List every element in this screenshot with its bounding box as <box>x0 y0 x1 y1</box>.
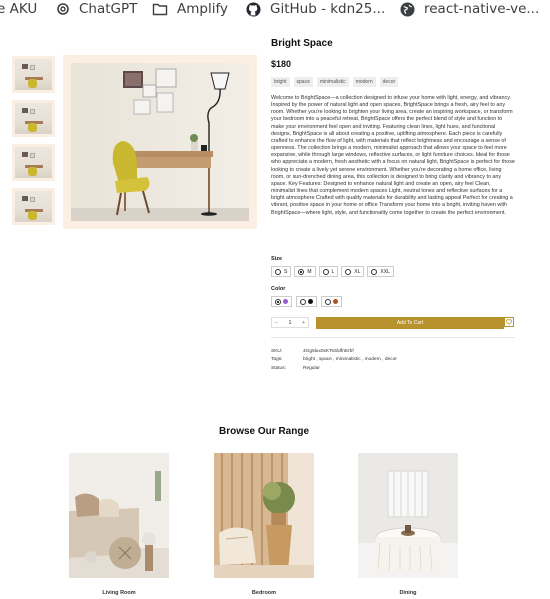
color-options <box>271 296 342 307</box>
category-card-bedroom[interactable]: Bedroom <box>214 453 314 596</box>
divider <box>271 337 515 338</box>
category-image <box>214 453 314 578</box>
bookmark-label: ChatGPT <box>79 1 138 17</box>
category-image <box>358 453 458 578</box>
product-price: $180 <box>271 59 292 69</box>
radio-icon <box>275 268 281 275</box>
size-option-label: XL <box>354 268 361 275</box>
radio-icon <box>325 298 331 305</box>
heart-icon <box>506 319 512 325</box>
size-option-s[interactable]: S <box>271 266 292 277</box>
category-name: Living Room <box>102 590 136 596</box>
radio-icon <box>371 268 378 275</box>
color-option-rust[interactable] <box>321 296 342 307</box>
bookmark-label: react-native-ve... <box>424 1 540 17</box>
category-card-living-room[interactable]: Living Room <box>69 453 169 596</box>
size-options: S M L XL XXL <box>271 266 394 277</box>
radio-icon <box>300 298 306 305</box>
decrease-button[interactable]: − <box>275 320 278 326</box>
product-description: Welcome to BrightSpace—a collection desi… <box>271 95 515 216</box>
thumbnail-image <box>15 191 52 222</box>
color-swatch <box>308 299 313 304</box>
color-swatch <box>283 299 288 304</box>
bookmark-label: GitHub - kdn25... <box>270 1 386 17</box>
bookmark-amplify[interactable]: Amplify <box>152 0 228 18</box>
category-card-dining[interactable]: Dining <box>358 453 458 596</box>
bookmark-github[interactable]: GitHub - kdn25... <box>246 0 385 18</box>
main-product-image <box>71 63 249 221</box>
size-option-label: L <box>331 268 335 275</box>
increase-button[interactable]: + <box>302 320 305 326</box>
thumbnail-4[interactable] <box>12 188 55 225</box>
main-product-image-frame <box>63 55 257 229</box>
tag-chip[interactable]: space <box>293 77 313 87</box>
color-option-purple[interactable] <box>271 296 292 307</box>
globe-icon <box>400 1 415 17</box>
radio-icon <box>322 268 329 275</box>
product-meta: SKU: 4Gg5lux0xKTsSldfnErbf Tags: bright , … <box>271 347 516 373</box>
category-image <box>69 453 169 578</box>
meta-value: bright , space , minimalistic , modern ,… <box>303 357 397 363</box>
size-option-label: S <box>284 268 288 275</box>
thumbnail-image <box>15 59 52 90</box>
category-name: Bedroom <box>251 590 277 596</box>
size-option-l[interactable]: L <box>318 266 339 277</box>
tag-chip[interactable]: bright <box>271 77 290 87</box>
thumbnail-image <box>15 103 52 134</box>
product-title: Bright Space <box>271 38 333 49</box>
tag-chip[interactable]: modern <box>352 77 376 87</box>
github-icon <box>246 1 261 17</box>
tag-list: bright space minimalistic modern decor <box>271 77 399 87</box>
meta-value: Regular <box>303 365 320 371</box>
color-option-black[interactable] <box>296 296 317 307</box>
add-to-cart-button[interactable]: Add To Cart <box>316 317 504 329</box>
meta-key: Status: <box>271 365 286 371</box>
quantity-value[interactable]: 1 <box>289 320 292 326</box>
meta-key: Tags: <box>271 357 283 363</box>
size-option-label: XXL <box>380 268 390 275</box>
size-option-xl[interactable]: XL <box>341 266 365 277</box>
meta-key: SKU: <box>271 348 283 354</box>
meta-row-sku: SKU: 4Gg5lux0xKTsSldfnErbf <box>271 347 516 356</box>
meta-row-tags: Tags: bright , space , minimalistic , mod… <box>271 356 516 365</box>
bookmark-aku[interactable]: e AKU <box>0 0 37 18</box>
browse-section-title: Browse Our Range <box>218 426 310 437</box>
color-label: Color <box>271 286 286 292</box>
tag-chip[interactable]: minimalistic <box>316 77 349 87</box>
bookmarks-bar: e AKU ChatGPT Amplify GitHub - kdn25... … <box>0 0 550 22</box>
thumbnail-3[interactable] <box>12 144 55 181</box>
meta-value: 4Gg5lux0xKTsSldfnErbf <box>303 348 354 354</box>
size-option-m[interactable]: M <box>294 266 316 277</box>
bookmark-label: Amplify <box>177 1 228 17</box>
size-option-label: M <box>307 268 312 275</box>
thumbnail-1[interactable] <box>12 56 55 93</box>
bookmark-react-native[interactable]: react-native-ve... <box>400 0 539 18</box>
quantity-stepper: − 1 + <box>271 317 309 328</box>
radio-selected-icon <box>298 268 305 275</box>
tag-chip[interactable]: decor <box>379 77 399 87</box>
radio-icon <box>345 268 352 275</box>
category-name: Dining <box>399 590 417 596</box>
thumbnail-2[interactable] <box>12 100 55 137</box>
color-swatch <box>333 299 338 304</box>
radio-selected-icon <box>275 298 281 305</box>
folder-icon <box>152 3 168 16</box>
meta-row-status: Status: Regular <box>271 364 516 373</box>
bookmark-chatgpt[interactable]: ChatGPT <box>56 0 137 18</box>
bookmark-label: e AKU <box>0 1 38 17</box>
size-label: Size <box>271 256 283 262</box>
size-option-xxl[interactable]: XXL <box>367 266 394 277</box>
thumbnail-image <box>15 147 52 178</box>
wishlist-button[interactable] <box>504 317 514 327</box>
product-info: Bright Space $180 bright space minimalis… <box>271 38 516 371</box>
chatgpt-icon <box>57 3 69 15</box>
